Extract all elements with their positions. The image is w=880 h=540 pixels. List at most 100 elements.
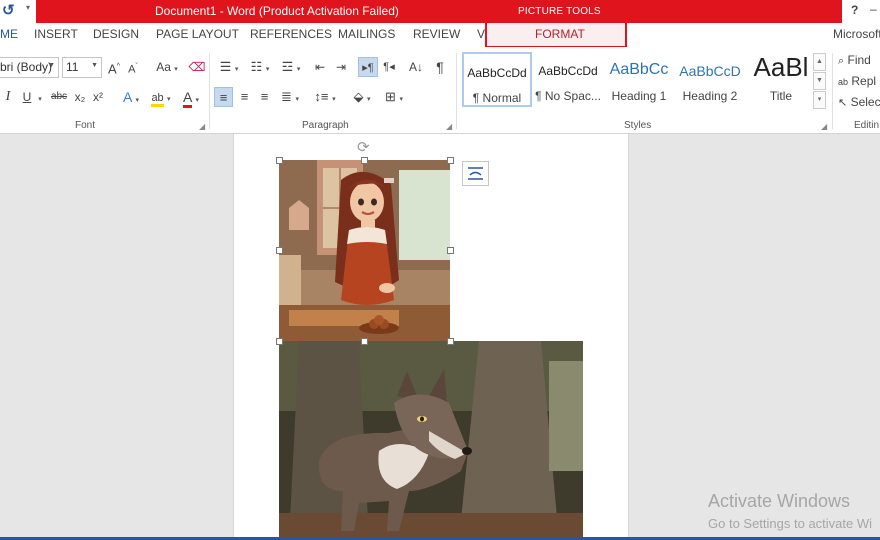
- account-name[interactable]: Microsoft: [833, 27, 880, 41]
- quick-access-customize-icon[interactable]: ▾: [26, 3, 30, 12]
- group-divider: [456, 53, 457, 129]
- window-title: Document1 - Word (Product Activation Fai…: [155, 4, 399, 18]
- paragraph-dialog-launcher-icon[interactable]: ◢: [446, 122, 452, 131]
- align-center-icon[interactable]: ≡: [236, 87, 253, 107]
- select-label: Selec: [850, 95, 880, 109]
- font-group-label: Font: [75, 120, 96, 131]
- layout-options-icon: [468, 167, 483, 180]
- style-name: ¶ Normal: [472, 91, 522, 105]
- resize-handle[interactable]: [276, 157, 283, 164]
- styles-gallery: AaBbCcDd ¶ Normal AaBbCcDd ¶ No Spac... …: [460, 52, 828, 109]
- styles-scroll-down-icon[interactable]: ▼: [813, 72, 826, 90]
- decrease-indent-icon[interactable]: ⇤: [312, 57, 328, 77]
- styles-scroll-up-icon[interactable]: ▲: [813, 53, 826, 71]
- style-heading-2[interactable]: AaBbCcD Heading 2: [675, 52, 745, 107]
- grow-font-label: A: [108, 61, 117, 77]
- ribbon-tabs: ME INSERT DESIGN PAGE LAYOUT REFERENCES …: [0, 23, 880, 47]
- style-sample: AaBbCc: [609, 61, 669, 78]
- paragraph-group-label: Paragraph: [302, 120, 349, 131]
- align-right-icon[interactable]: ≡: [256, 87, 273, 107]
- styles-dialog-launcher-icon[interactable]: ◢: [821, 122, 827, 131]
- tab-design[interactable]: DESIGN: [93, 27, 139, 41]
- style-normal[interactable]: AaBbCcDd ¶ Normal: [462, 52, 532, 107]
- font-size-value: 11: [66, 60, 79, 74]
- replace-button[interactable]: ab Repl: [838, 71, 880, 91]
- tab-insert[interactable]: INSERT: [34, 27, 78, 41]
- find-label: Find: [847, 53, 871, 67]
- resize-handle[interactable]: [447, 247, 454, 254]
- style-sample: AaBl: [753, 52, 809, 82]
- wolf-picture[interactable]: [279, 341, 583, 540]
- borders-icon[interactable]: ⊞ ▾: [380, 87, 408, 107]
- multilevel-list-icon[interactable]: ☲ ▾: [277, 57, 305, 77]
- styles-group-label: Styles: [624, 120, 652, 131]
- resize-handle[interactable]: [361, 338, 368, 345]
- resize-handle[interactable]: [361, 157, 368, 164]
- show-hide-button[interactable]: ¶: [432, 57, 448, 77]
- subscript-button[interactable]: x₂: [73, 87, 87, 107]
- font-name-combo[interactable]: bri (Body) ▼: [0, 57, 59, 78]
- group-divider: [832, 53, 833, 129]
- underline-button[interactable]: U: [20, 87, 34, 107]
- binoculars-icon: ⌕: [838, 55, 845, 67]
- title-bar: ↺ ▾ Document1 - Word (Product Activation…: [0, 0, 880, 23]
- style-no-spacing[interactable]: AaBbCcDd ¶ No Spac...: [533, 52, 603, 107]
- text-effects-icon[interactable]: A ▾: [117, 87, 145, 107]
- underline-dropdown-icon[interactable]: ▾: [36, 87, 44, 107]
- resize-handle[interactable]: [447, 157, 454, 164]
- font-size-combo[interactable]: 11 ▼: [62, 57, 102, 78]
- text-highlight-icon[interactable]: ab ▾: [147, 87, 175, 107]
- resize-handle[interactable]: [276, 247, 283, 254]
- shading-icon[interactable]: ⬙ ▾: [347, 87, 377, 107]
- align-left-icon[interactable]: ≡: [214, 87, 233, 107]
- select-button[interactable]: ↖ Selec: [838, 92, 880, 112]
- undo-icon[interactable]: ↺: [2, 1, 20, 21]
- clear-formatting-icon[interactable]: ⌫: [188, 57, 206, 77]
- chevron-down-icon: ▼: [48, 62, 55, 69]
- style-name: Title: [769, 89, 793, 103]
- tab-review[interactable]: REVIEW: [413, 27, 460, 41]
- activation-watermark-title: Activate Windows: [708, 491, 851, 511]
- italic-button[interactable]: I: [2, 87, 14, 107]
- style-name: Heading 1: [611, 89, 667, 103]
- increase-indent-icon[interactable]: ⇥: [333, 57, 349, 77]
- help-button[interactable]: ?: [851, 3, 858, 17]
- style-title[interactable]: AaBl Title: [746, 52, 816, 107]
- superscript-button[interactable]: x²: [91, 87, 105, 107]
- resize-handle[interactable]: [276, 338, 283, 345]
- line-spacing-icon[interactable]: ↕≡ ▾: [311, 87, 339, 107]
- styles-more-icon[interactable]: ▾: [813, 91, 826, 109]
- font-dialog-launcher-icon[interactable]: ◢: [199, 122, 205, 131]
- editing-group-label: Editin: [854, 120, 880, 131]
- rotate-handle-icon[interactable]: ⟳: [357, 138, 370, 156]
- tab-home[interactable]: ME: [0, 27, 18, 41]
- justify-icon[interactable]: ≣ ▾: [276, 87, 304, 107]
- ltr-direction-icon[interactable]: ▸¶: [358, 57, 378, 77]
- strikethrough-button[interactable]: abc: [49, 87, 69, 107]
- tab-mailings[interactable]: MAILINGS: [338, 27, 395, 41]
- chevron-down-icon: ▼: [91, 62, 98, 69]
- style-sample: AaBbCcDd: [538, 64, 598, 78]
- shrink-font-button[interactable]: Aˇ: [126, 57, 140, 77]
- tab-references[interactable]: REFERENCES: [250, 27, 332, 41]
- window-minimize-button[interactable]: –: [870, 2, 877, 16]
- grow-font-button[interactable]: A^: [107, 57, 121, 77]
- numbering-icon[interactable]: ☷ ▾: [246, 57, 274, 77]
- change-case-button[interactable]: Aa ▾: [152, 57, 182, 77]
- font-color-label: A: [183, 89, 192, 108]
- font-color-button[interactable]: A ▾: [177, 87, 205, 108]
- font-name-value: bri (Body): [0, 60, 53, 74]
- style-heading-1[interactable]: AaBbCc Heading 1: [604, 52, 674, 107]
- replace-icon: ab: [838, 77, 849, 87]
- sort-icon[interactable]: A↓: [406, 57, 426, 77]
- change-case-label: Aa: [156, 60, 171, 74]
- resize-handle[interactable]: [447, 338, 454, 345]
- find-button[interactable]: ⌕ Find: [838, 50, 880, 70]
- layout-options-button[interactable]: [462, 161, 489, 186]
- bullets-icon[interactable]: ☰ ▾: [215, 57, 243, 77]
- girl-picture[interactable]: [279, 160, 450, 342]
- activation-watermark-subtitle: Go to Settings to activate Wi: [708, 516, 873, 531]
- tab-page-layout[interactable]: PAGE LAYOUT: [156, 27, 239, 41]
- rtl-direction-icon[interactable]: ¶◂: [380, 57, 398, 77]
- replace-label: Repl: [851, 74, 877, 88]
